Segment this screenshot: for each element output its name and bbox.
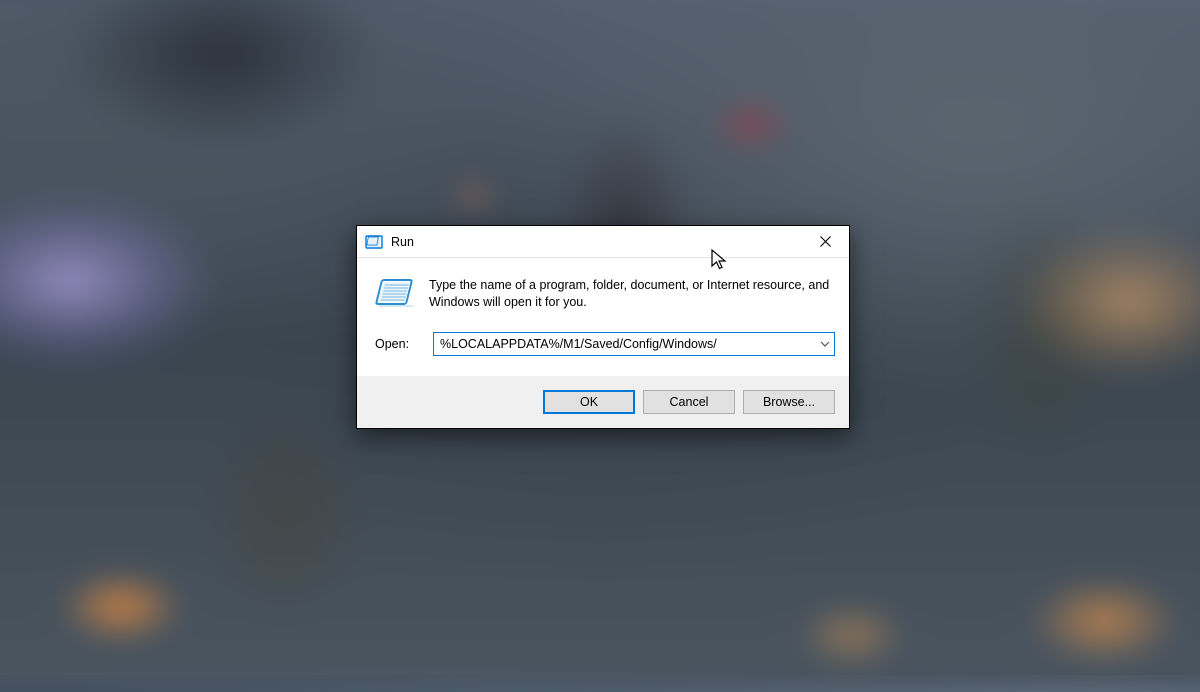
dialog-description: Type the name of a program, folder, docu… — [429, 276, 835, 311]
close-button[interactable] — [805, 228, 845, 256]
browse-button[interactable]: Browse... — [743, 390, 835, 414]
open-label: Open: — [375, 337, 419, 351]
cancel-button[interactable]: Cancel — [643, 390, 735, 414]
run-titlebar-icon — [365, 233, 383, 251]
open-combobox[interactable] — [433, 332, 835, 356]
dialog-title: Run — [391, 235, 805, 249]
open-input[interactable] — [433, 332, 835, 356]
dialog-body: Type the name of a program, folder, docu… — [357, 258, 849, 376]
dialog-titlebar[interactable]: Run — [357, 226, 849, 258]
run-program-icon — [375, 276, 415, 312]
close-icon — [820, 236, 831, 247]
run-dialog: Run Type the name of a program, folder, … — [356, 225, 850, 429]
dialog-footer: OK Cancel Browse... — [357, 376, 849, 428]
description-row: Type the name of a program, folder, docu… — [371, 276, 835, 312]
ok-button[interactable]: OK — [543, 390, 635, 414]
open-input-row: Open: — [371, 332, 835, 356]
